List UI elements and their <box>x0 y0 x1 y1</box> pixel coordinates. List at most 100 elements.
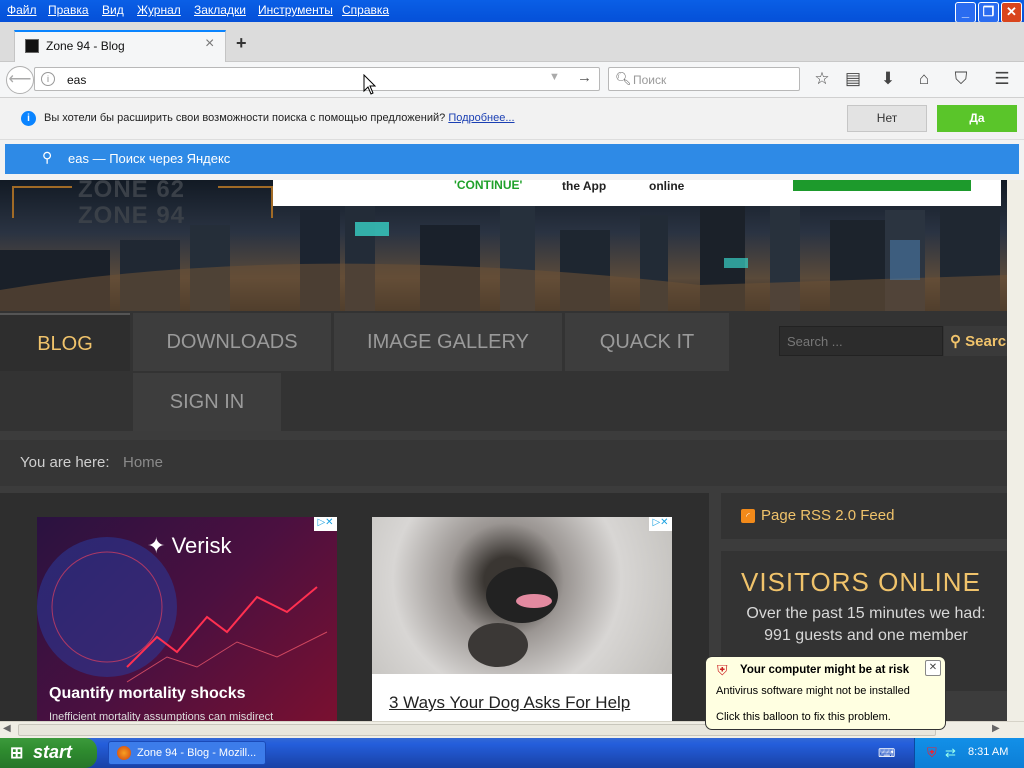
hamburger-menu-icon[interactable]: ☰ <box>991 68 1013 90</box>
bookmark-star-icon[interactable]: ☆ <box>811 68 833 90</box>
ad2-headline: 3 Ways Your Dog Asks For Help <box>389 693 631 712</box>
url-input[interactable]: eas <box>67 73 86 87</box>
notification-text: Вы хотели бы расширить свои возможности … <box>44 112 515 124</box>
rss-link[interactable]: Page RSS 2.0 Feed <box>761 507 894 524</box>
vertical-scrollbar[interactable] <box>1007 180 1024 721</box>
web-page: ZONE 62 ZONE 94 'CONTINUE' the App onlin… <box>0 180 1007 721</box>
rss-icon: ◜ <box>741 509 755 523</box>
learn-more-link[interactable]: Подробнее... <box>448 112 514 124</box>
search-engine-icon[interactable]: 🔍︎ <box>615 71 632 87</box>
nav-quack-it[interactable]: QUACK IT <box>565 313 729 371</box>
reading-list-icon[interactable]: ▤ <box>842 68 864 90</box>
shield-icon: ⛨ <box>717 662 728 678</box>
logo-frame-right <box>218 186 273 218</box>
maximize-button[interactable]: ❐ <box>978 2 999 23</box>
ad-online-text: online <box>649 180 685 193</box>
ad-continue-text: 'CONTINUE' <box>454 180 523 192</box>
logo-frame-left <box>12 186 72 218</box>
balloon-line2: Click this balloon to fix this problem. <box>716 711 891 723</box>
tab-title: Zone 94 - Blog <box>46 39 125 53</box>
balloon-title: Your computer might be at risk <box>740 664 910 676</box>
start-label: start <box>33 742 73 762</box>
site-search-button[interactable]: ⚲ Search <box>944 326 1007 356</box>
scroll-right-icon[interactable]: ▶ <box>992 723 1000 734</box>
search-icon: ⚲ <box>950 333 961 350</box>
menu-help[interactable]: Справка <box>342 3 389 17</box>
info-icon: i <box>21 111 36 126</box>
menu-history[interactable]: Журнал <box>137 3 181 17</box>
tab-zone94[interactable]: Zone 94 - Blog × <box>14 30 226 62</box>
suggestion-row[interactable]: ⚲ eas — Поиск через Яндекс <box>5 144 1019 174</box>
search-bar[interactable]: 🔍︎ Поиск <box>608 67 800 91</box>
ad-green-button[interactable] <box>793 180 971 191</box>
keyboard-icon[interactable]: ⌨ <box>878 746 895 760</box>
url-bar[interactable]: i eas ▼ → <box>34 67 600 95</box>
magnifier-icon: ⚲ <box>42 149 53 165</box>
favicon-icon <box>25 39 39 53</box>
dog-image <box>372 517 672 674</box>
new-tab-button[interactable]: + <box>236 33 247 54</box>
close-window-button[interactable]: ✕ <box>1001 2 1022 23</box>
back-button[interactable]: ⟵ <box>6 66 34 94</box>
nav-blog[interactable]: BLOG <box>0 313 130 371</box>
suggestion-text: eas — Поиск через Яндекс <box>68 151 231 166</box>
tab-strip: Zone 94 - Blog × + <box>0 22 1024 62</box>
zone-logo-top: ZONE 62 <box>78 180 186 203</box>
nav-sign-in[interactable]: SIGN IN <box>133 373 281 431</box>
adchoices-icon[interactable]: ▷✕ <box>649 517 672 531</box>
visitors-text: Over the past 15 minutes we had: 991 gue… <box>746 605 986 644</box>
network-icon[interactable]: ⇄ <box>945 745 956 761</box>
ad1-headline: Quantify mortality shocks <box>49 685 246 702</box>
home-icon[interactable]: ⌂ <box>913 68 935 90</box>
yes-button[interactable]: Да <box>937 105 1017 132</box>
taskbar-task-label: Zone 94 - Blog - Mozill... <box>137 747 257 759</box>
banner-ad[interactable]: 'CONTINUE' the App online <box>273 180 1001 206</box>
info-icon[interactable]: i <box>41 72 55 86</box>
site-banner: ZONE 62 ZONE 94 'CONTINUE' the App onlin… <box>0 180 1007 311</box>
nav-image-gallery[interactable]: IMAGE GALLERY <box>334 313 562 371</box>
security-balloon[interactable]: ⛨ Your computer might be at risk ✕ Antiv… <box>705 656 946 730</box>
pocket-icon[interactable]: ⛉ <box>950 68 972 90</box>
nav-downloads[interactable]: DOWNLOADS <box>133 313 331 371</box>
ad-app-text: the App <box>562 180 607 193</box>
nav-toolbar: ⟵ i eas ▼ → 🔍︎ Поиск ☆ ▤ ⬇ ⌂ ⛉ ☰ <box>0 62 1024 98</box>
security-alert-icon[interactable]: ⛨ <box>927 745 937 761</box>
ad-dog[interactable]: ▷✕ 3 Ways Your Dog Asks For Help <box>372 517 672 721</box>
dropdown-arrow-icon[interactable]: ▼ <box>549 71 560 83</box>
menu-bookmarks[interactable]: Закладки <box>194 3 246 17</box>
visitors-title: VISITORS ONLINE <box>741 567 981 597</box>
scroll-left-icon[interactable]: ◀ <box>3 723 11 734</box>
breadcrumb: You are here: Home <box>0 440 1007 486</box>
suggestion-popup: ⚲ eas — Поиск через Яндекс <box>0 140 1024 180</box>
taskbar: Zone 94 - Blog - Mozill... ⌨ <box>0 738 1024 768</box>
site-nav: BLOG DOWNLOADS IMAGE GALLERY QUACK IT SI… <box>0 311 1007 431</box>
firefox-icon <box>117 746 131 760</box>
menu-tools[interactable]: Инструменты <box>258 3 333 17</box>
ad1-subtext: Inefficient mortality assumptions can mi… <box>49 711 274 721</box>
menu-view[interactable]: Вид <box>102 3 124 17</box>
ad-verisk[interactable]: ▷✕ ✦ Verisk Quantify mortality shocks In… <box>37 517 337 721</box>
breadcrumb-label: You are here: <box>20 454 110 471</box>
start-button[interactable]: ⊞ start <box>0 738 97 768</box>
zone-logo: ZONE 94 <box>78 202 186 229</box>
ad1-brand: ✦ Verisk <box>147 533 232 558</box>
breadcrumb-home[interactable]: Home <box>123 454 163 471</box>
menu-edit[interactable]: Правка <box>48 3 89 17</box>
menu-file[interactable]: Файл <box>7 3 37 17</box>
search-suggestions-notification: i Вы хотели бы расширить свои возможност… <box>0 98 1024 140</box>
downloads-icon[interactable]: ⬇ <box>877 68 899 90</box>
search-input[interactable]: Поиск <box>633 73 666 87</box>
adchoices-icon[interactable]: ▷✕ <box>314 517 337 531</box>
balloon-line1: Antivirus software might not be installe… <box>716 685 910 697</box>
go-arrow-icon[interactable]: → <box>577 69 592 86</box>
minimize-button[interactable]: _ <box>955 2 976 23</box>
windows-logo-icon: ⊞ <box>10 745 24 762</box>
menu-bar: Файл Правка Вид Журнал Закладки Инструме… <box>0 0 1024 23</box>
tab-close-icon[interactable]: × <box>205 35 214 53</box>
balloon-close-button[interactable]: ✕ <box>925 660 941 676</box>
clock: 8:31 AM <box>968 746 1009 758</box>
taskbar-firefox-button[interactable]: Zone 94 - Blog - Mozill... <box>108 741 266 765</box>
site-search-input[interactable]: Search ... <box>779 326 943 356</box>
system-tray: ⛨ ⇄ 8:31 AM <box>914 738 1024 768</box>
no-button[interactable]: Нет <box>847 105 927 132</box>
